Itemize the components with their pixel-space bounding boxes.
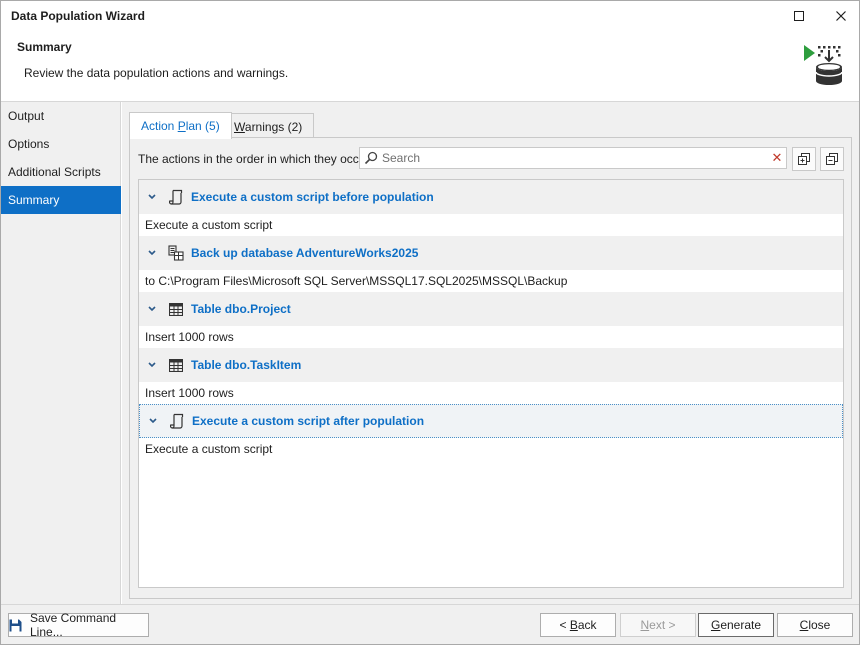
action-plan-panel: The actions in the order in which they o… <box>129 137 852 599</box>
action-detail: Insert 1000 rows <box>139 326 843 348</box>
maximize-icon <box>794 11 804 21</box>
expand-all-icon <box>798 153 810 165</box>
sidebar-item-output[interactable]: Output <box>1 102 121 130</box>
next-button[interactable]: Next > <box>620 613 696 637</box>
collapse-all-icon <box>826 153 838 165</box>
back-prefix: < <box>559 618 570 632</box>
tab-action-plan-mnemonic: P <box>177 119 186 133</box>
chevron-down-icon[interactable] <box>139 194 165 200</box>
action-title: Execute a custom script before populatio… <box>191 190 434 204</box>
tab-warnings-suffix: arnings (2) <box>244 120 303 134</box>
close-button[interactable]: Close <box>777 613 853 637</box>
page-title: Summary <box>17 40 72 54</box>
action-list: Execute a custom script before populatio… <box>138 179 844 588</box>
close-suffix: lose <box>808 618 831 632</box>
tab-warnings-mnemonic: W <box>234 120 245 134</box>
maximize-button[interactable] <box>785 5 813 27</box>
collapse-all-button[interactable] <box>820 147 844 171</box>
back-mnemonic: B <box>569 618 578 632</box>
chevron-down-icon[interactable] <box>139 250 165 256</box>
wizard-steps-sidebar: Output Options Additional Scripts Summar… <box>1 102 121 604</box>
main-content: Action Plan (5) Warnings (2) The actions… <box>122 102 859 604</box>
chevron-down-icon[interactable] <box>139 306 165 312</box>
back-button[interactable]: < Back <box>540 613 616 637</box>
save-command-line-button[interactable]: Save Command Line... <box>8 611 149 639</box>
action-detail: Execute a custom script <box>139 438 843 460</box>
table-icon <box>167 356 185 374</box>
title-bar: Data Population Wizard <box>1 1 859 31</box>
sidebar-item-options[interactable]: Options <box>1 130 121 158</box>
action-group-header[interactable]: Table dbo.Project <box>139 292 843 326</box>
close-window-button[interactable] <box>827 5 855 27</box>
page-subtitle: Review the data population actions and w… <box>24 66 289 80</box>
action-title: Table dbo.TaskItem <box>191 358 302 372</box>
action-group-header[interactable]: Execute a custom script after population <box>139 404 843 438</box>
script-icon <box>168 412 186 430</box>
action-detail: to C:\Program Files\Microsoft SQL Server… <box>139 270 843 292</box>
generate-mnemonic: G <box>710 618 721 632</box>
action-title: Back up database AdventureWorks2025 <box>191 246 419 260</box>
chevron-down-icon[interactable] <box>139 362 165 368</box>
script-icon <box>167 188 185 206</box>
search-input[interactable] <box>382 149 768 167</box>
wizard-window: Data Population Wizard Summary Review th… <box>0 0 860 645</box>
tab-action-plan-prefix: Action <box>141 119 178 133</box>
table-icon <box>167 300 185 318</box>
save-icon <box>9 619 22 632</box>
generate-button[interactable]: Generate <box>698 613 774 637</box>
action-detail: Execute a custom script <box>139 214 843 236</box>
clear-x-icon[interactable]: ✕ <box>768 150 786 166</box>
action-title: Execute a custom script after population <box>192 414 425 428</box>
sidebar-item-summary[interactable]: Summary <box>1 186 121 214</box>
chevron-down-icon[interactable] <box>140 418 166 424</box>
back-suffix: ack <box>577 618 597 632</box>
next-mnemonic: N <box>640 618 650 632</box>
generate-suffix: enerate <box>720 618 762 632</box>
action-group-header[interactable]: Execute a custom script before populatio… <box>139 180 843 214</box>
tab-action-plan[interactable]: Action Plan (5) <box>129 112 232 139</box>
expand-all-button[interactable] <box>792 147 816 171</box>
tab-action-plan-suffix: lan (5) <box>185 119 220 133</box>
action-group-header[interactable]: Back up database AdventureWorks2025 <box>139 236 843 270</box>
search-box: ✕ <box>359 147 787 169</box>
panel-description: The actions in the order in which they o… <box>138 152 373 166</box>
action-detail: Insert 1000 rows <box>139 382 843 404</box>
search-icon <box>360 148 382 168</box>
window-title: Data Population Wizard <box>11 9 145 23</box>
tab-warnings[interactable]: Warnings (2) <box>222 113 315 138</box>
action-title: Table dbo.Project <box>191 302 291 316</box>
close-mnemonic: C <box>799 618 809 632</box>
action-group-header[interactable]: Table dbo.TaskItem <box>139 348 843 382</box>
database-import-icon <box>804 45 843 85</box>
close-icon <box>836 11 846 21</box>
sidebar-item-additional-scripts[interactable]: Additional Scripts <box>1 158 121 186</box>
next-suffix: ext > <box>649 618 676 632</box>
save-command-line-label: Save Command Line... <box>30 611 117 639</box>
wizard-footer: Save Command Line... < Back Next > Gener… <box>1 605 859 644</box>
backup-database-icon <box>167 244 185 262</box>
wizard-header: Summary Review the data population actio… <box>1 31 859 101</box>
